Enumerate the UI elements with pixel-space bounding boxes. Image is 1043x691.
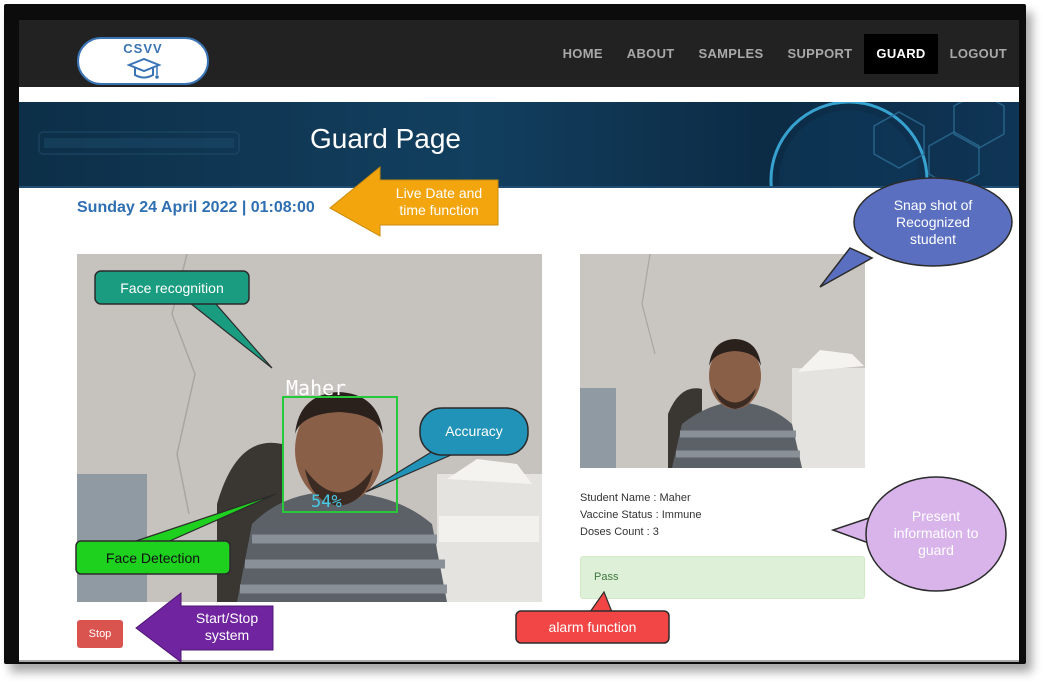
- student-snapshot: [580, 254, 865, 468]
- student-info: Student Name : Maher Vaccine Status : Im…: [580, 490, 701, 541]
- alarm-status-box: Pass: [580, 556, 865, 599]
- nav-about[interactable]: ABOUT: [615, 34, 687, 74]
- snapshot-scene: [580, 254, 865, 468]
- page-banner: Guard Page: [19, 102, 1019, 188]
- main-nav: HOME ABOUT SAMPLES SUPPORT GUARD LOGOUT: [551, 34, 1019, 74]
- accuracy-label: 54%: [311, 492, 342, 512]
- student-name: Student Name : Maher: [580, 492, 691, 504]
- page-title: Guard Page: [310, 123, 461, 154]
- live-video-feed: Maher 54%: [77, 254, 542, 602]
- doses-count: Doses Count : 3: [580, 526, 659, 538]
- logo[interactable]: CSVV: [77, 37, 209, 85]
- banner-decoration: [38, 102, 1005, 186]
- screenshot-frame: CSVV HOME ABOUT SAMPLES SUPPORT GUARD LO…: [4, 4, 1026, 664]
- graduation-cap-icon: [126, 58, 162, 79]
- nav-home[interactable]: HOME: [551, 34, 615, 74]
- logo-text: CSVV: [123, 41, 163, 56]
- alarm-status-text: Pass: [594, 571, 619, 583]
- nav-guard[interactable]: GUARD: [864, 34, 938, 74]
- stop-button[interactable]: Stop: [77, 620, 123, 648]
- browser-page: CSVV HOME ABOUT SAMPLES SUPPORT GUARD LO…: [19, 20, 1019, 662]
- nav-samples[interactable]: SAMPLES: [687, 34, 776, 74]
- nav-logout[interactable]: LOGOUT: [938, 34, 1019, 74]
- vaccine-status: Vaccine Status : Immune: [580, 509, 702, 521]
- nav-support[interactable]: SUPPORT: [775, 34, 864, 74]
- live-datetime: Sunday 24 April 2022 | 01:08:00: [77, 199, 315, 216]
- navbar: CSVV HOME ABOUT SAMPLES SUPPORT GUARD LO…: [19, 20, 1019, 87]
- page-bottom-border: [19, 660, 1019, 662]
